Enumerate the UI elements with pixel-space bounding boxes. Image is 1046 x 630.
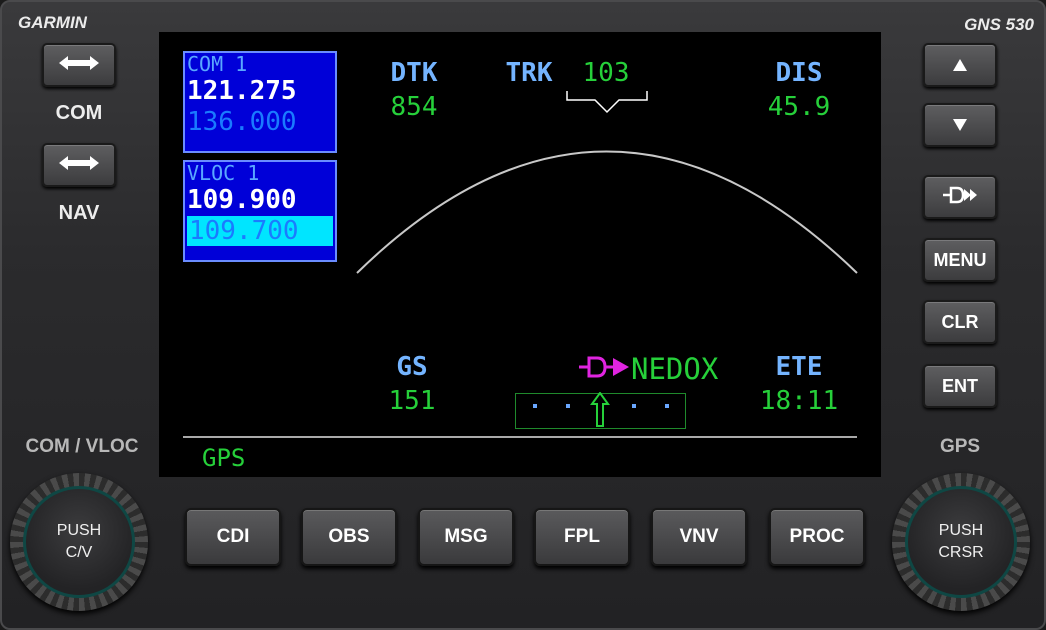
cdi-softkey[interactable]: CDI <box>185 508 281 566</box>
push-label: PUSH <box>938 522 984 539</box>
ete-value: 18:11 <box>759 386 839 416</box>
com-vloc-push-button[interactable]: PUSH C/V <box>23 486 135 598</box>
cdi-dot <box>632 404 636 408</box>
up-button[interactable] <box>923 43 997 87</box>
nav-swap-button[interactable] <box>42 143 116 187</box>
push-label: PUSH <box>56 522 102 539</box>
cdi-dot <box>665 404 669 408</box>
gns530-bezel: GARMIN GNS 530 COM NAV COM / VLOC PUSH C… <box>0 0 1046 630</box>
course-arrow-icon <box>590 392 610 427</box>
direct-to-button[interactable] <box>923 175 997 219</box>
msg-softkey[interactable]: MSG <box>418 508 514 566</box>
com-label: COM <box>55 102 103 124</box>
obs-softkey[interactable]: OBS <box>301 508 397 566</box>
swap-arrows-icon <box>59 54 99 77</box>
gs-label: GS <box>396 352 428 382</box>
ent-button[interactable]: ENT <box>923 364 997 408</box>
up-arrow-icon <box>953 55 967 76</box>
com-swap-button[interactable] <box>42 43 116 87</box>
crsr-label: CRSR <box>938 544 984 561</box>
display-screen: COM 1 121.275 136.000 VLOC 1 109.900 109… <box>159 32 881 477</box>
direct-to-magenta-icon <box>579 352 631 386</box>
cdi-bar <box>515 392 686 429</box>
gps-knob-label: GPS <box>939 436 981 457</box>
menu-button[interactable]: MENU <box>923 238 997 282</box>
model-label: GNS 530 <box>964 15 1034 34</box>
track-pointer-icon <box>566 91 648 114</box>
nav-label: NAV <box>58 202 100 224</box>
vnv-softkey[interactable]: VNV <box>651 508 747 566</box>
gs-value: 151 <box>388 386 436 416</box>
direct-to-icon <box>943 185 977 210</box>
status-separator <box>183 436 857 438</box>
ete-label: ETE <box>775 352 823 382</box>
proc-softkey[interactable]: PROC <box>769 508 865 566</box>
waypoint-name: NEDOX <box>631 352 719 386</box>
cdi-dot <box>566 404 570 408</box>
com-vloc-knob-label: COM / VLOC <box>25 436 139 457</box>
gps-push-crsr-button[interactable]: PUSH CRSR <box>905 486 1017 598</box>
down-arrow-icon <box>953 115 967 136</box>
active-waypoint[interactable]: NEDOX <box>579 352 718 386</box>
cdi-dot <box>533 404 537 408</box>
clr-button[interactable]: CLR <box>923 300 997 344</box>
cv-label: C/V <box>65 544 93 561</box>
nav-mode-label: GPS <box>202 444 246 472</box>
garmin-logo: GARMIN <box>18 13 87 32</box>
down-button[interactable] <box>923 103 997 147</box>
swap-arrows-icon <box>59 154 99 177</box>
com-vloc-knob[interactable]: PUSH C/V <box>10 473 148 611</box>
fpl-softkey[interactable]: FPL <box>534 508 630 566</box>
gps-knob[interactable]: PUSH CRSR <box>892 473 1030 611</box>
